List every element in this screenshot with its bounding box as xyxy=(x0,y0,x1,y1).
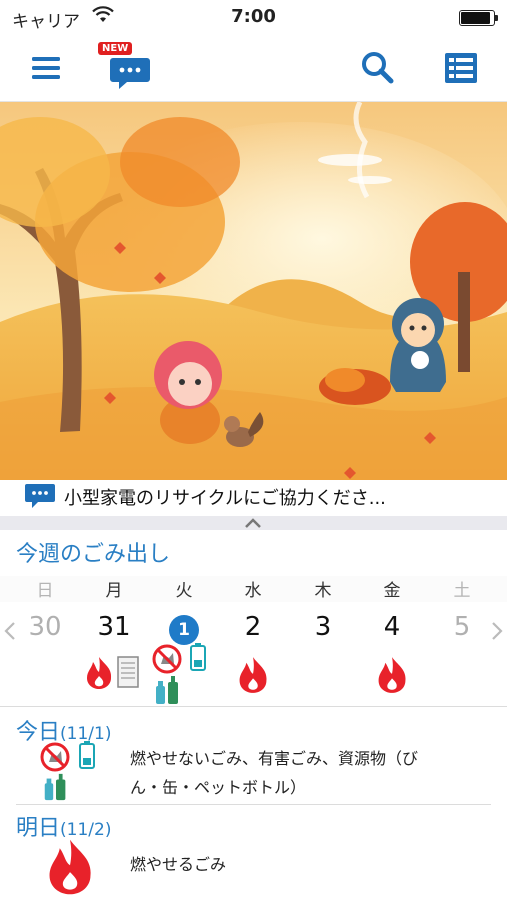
day-number: 5 xyxy=(453,612,471,642)
non-burnable-icon xyxy=(152,644,182,674)
dow-label: 水 xyxy=(244,581,262,601)
burnable-flame-icon xyxy=(49,839,91,895)
day-number: 31 xyxy=(97,612,131,642)
non-burnable-icon xyxy=(40,742,70,772)
day-number: 30 xyxy=(28,612,62,642)
burnable-flame-icon xyxy=(378,657,406,693)
autumn-banner-image[interactable] xyxy=(0,102,507,480)
day-cell-wed[interactable]: 2 xyxy=(223,612,283,642)
tomorrow-section[interactable]: 明日(11/2) 燃やせるごみ xyxy=(0,806,507,900)
notice-bubble-icon xyxy=(25,484,55,508)
day-cell-fri[interactable]: 4 xyxy=(362,612,422,642)
day-number: 3 xyxy=(314,612,332,642)
week-title: 今週のごみ出し xyxy=(16,542,171,567)
week-date-row: 30 31 1 2 3 4 5 xyxy=(0,602,507,707)
clock: 7:00 xyxy=(231,6,276,27)
day-number: 4 xyxy=(383,612,401,642)
search-icon[interactable] xyxy=(357,48,397,88)
dow-label: 日 xyxy=(36,581,54,601)
recyclables-bottles-icon xyxy=(44,773,66,801)
collapse-handle[interactable] xyxy=(0,516,507,530)
today-marker: 1 xyxy=(169,615,199,645)
day-cell-thu[interactable]: 3 xyxy=(293,612,353,642)
day-cell-sat[interactable]: 5 xyxy=(432,612,492,642)
menu-icon[interactable] xyxy=(26,48,66,88)
list-icon[interactable] xyxy=(441,48,481,88)
today-line-1: 燃やせないごみ、有害ごみ、資源物（び xyxy=(130,749,419,768)
dow-label: 木 xyxy=(314,581,332,601)
today-description: 燃やせないごみ、有害ごみ、資源物（び ん・缶・ペットボトル） xyxy=(130,744,418,802)
hazardous-battery-icon xyxy=(79,741,95,769)
day-cell-tue[interactable]: 1 xyxy=(154,612,214,645)
notice-text: 小型家電のリサイクルにご協力くださ... xyxy=(64,488,386,509)
packaging-icon xyxy=(117,656,139,688)
dow-label: 月 xyxy=(105,581,123,601)
recyclables-bottles-icon xyxy=(156,676,178,704)
burnable-flame-icon xyxy=(239,657,267,693)
battery-fill xyxy=(461,12,491,24)
status-bar: キャリア 7:00 xyxy=(0,0,507,34)
battery-icon xyxy=(459,10,498,26)
day-cell-sun[interactable]: 30 xyxy=(15,612,75,642)
news-notice[interactable]: 小型家電のリサイクルにご協力くださ... xyxy=(0,480,507,516)
day-of-week-row: 日 月 火 水 木 金 土 xyxy=(0,576,507,602)
today-section[interactable]: 今日(11/1) 燃やせないごみ、有害ごみ、資源物（び ん・缶・ペットボトル） xyxy=(0,710,507,802)
dow-label: 金 xyxy=(383,581,401,601)
divider xyxy=(16,804,491,805)
chevron-up-icon xyxy=(245,518,261,528)
new-badge: NEW xyxy=(98,42,133,55)
dow-label: 土 xyxy=(453,581,471,601)
today-line-2: ん・缶・ペットボトル） xyxy=(130,778,307,797)
burnable-flame-icon xyxy=(87,657,112,689)
hazardous-battery-icon xyxy=(190,643,206,671)
day-cell-mon[interactable]: 31 xyxy=(84,612,144,642)
toolbar: NEW xyxy=(0,34,507,102)
day-number: 2 xyxy=(244,612,262,642)
tomorrow-description: 燃やせるごみ xyxy=(130,855,227,874)
dow-label: 火 xyxy=(175,581,193,601)
tomorrow-date: (11/2) xyxy=(60,820,112,840)
